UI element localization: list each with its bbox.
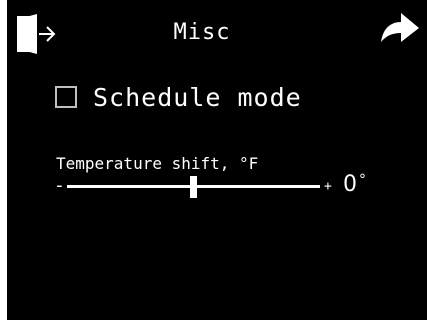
temperature-shift-label: Temperature shift, °F (56, 154, 259, 173)
schedule-mode-checkbox[interactable] (55, 86, 77, 108)
schedule-mode-label: Schedule mode (93, 82, 302, 112)
back-button[interactable] (377, 8, 423, 48)
schedule-mode-toggle[interactable]: Schedule mode (55, 80, 302, 114)
temperature-shift-value: 0 (343, 172, 357, 197)
misc-screen: Misc Schedule mode Temperature shift, °F… (7, 0, 427, 320)
return-arrow-icon (381, 13, 419, 42)
slider-thumb[interactable] (190, 176, 197, 198)
decrease-button[interactable]: - (54, 175, 68, 197)
increase-button[interactable]: + (324, 177, 336, 197)
page-title: Misc (173, 20, 231, 45)
temperature-unit-degree: ° (359, 172, 366, 188)
